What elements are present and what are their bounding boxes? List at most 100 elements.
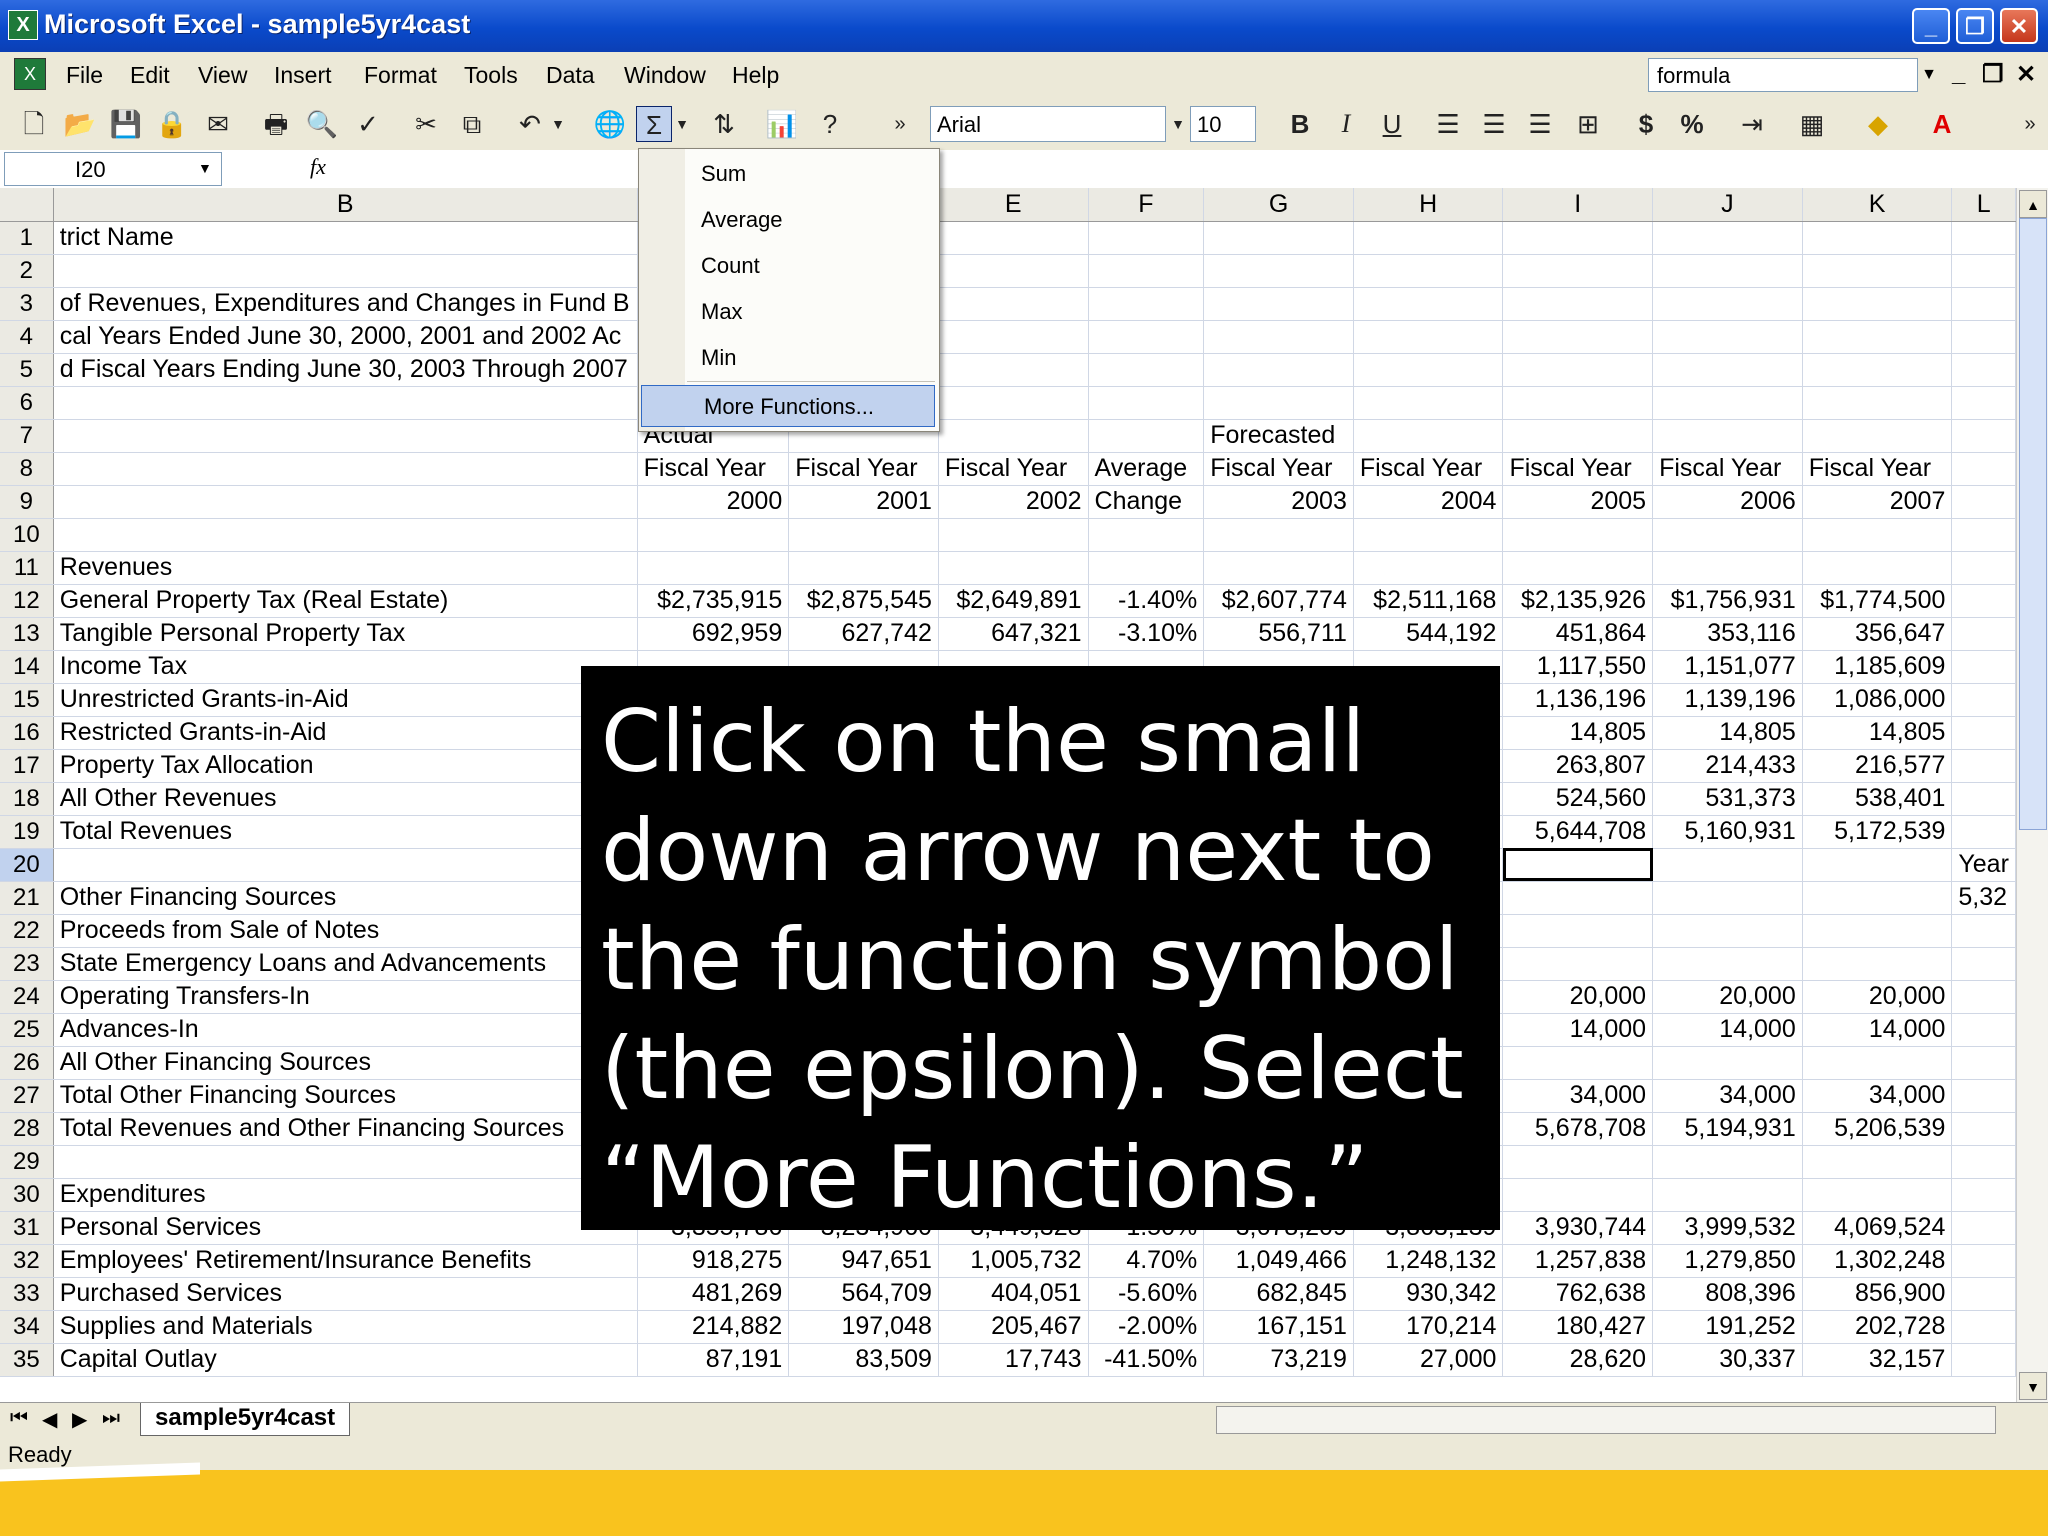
column-header[interactable]: G [1203, 188, 1354, 222]
cell[interactable] [1951, 1013, 2016, 1047]
cell[interactable]: 14,000 [1502, 1013, 1654, 1047]
cell[interactable] [1502, 518, 1654, 552]
cell[interactable] [1652, 551, 1803, 585]
insert-function-icon[interactable]: fx [310, 154, 326, 180]
cell[interactable]: Year [1951, 848, 2016, 882]
cell[interactable]: 1,117,550 [1502, 650, 1654, 684]
font-color-icon[interactable]: A [1924, 106, 1960, 142]
cell[interactable]: trict Name [53, 221, 638, 255]
cell[interactable]: $2,649,891 [938, 584, 1089, 618]
cell[interactable] [1802, 386, 1953, 420]
cell[interactable]: 1,185,609 [1802, 650, 1953, 684]
cell[interactable] [1502, 1178, 1654, 1212]
row-header[interactable]: 35 [0, 1343, 54, 1377]
cell[interactable]: 180,427 [1502, 1310, 1654, 1344]
column-header[interactable]: F [1088, 188, 1205, 222]
name-box-dropdown-icon[interactable]: ▼ [198, 160, 212, 176]
cell[interactable] [1088, 221, 1205, 255]
cell[interactable]: All Other Revenues [53, 782, 638, 816]
cell[interactable] [1088, 518, 1205, 552]
workbook-icon[interactable]: X [14, 58, 46, 90]
menu-tools[interactable]: Tools [464, 62, 518, 89]
cell[interactable] [1203, 353, 1354, 387]
cell[interactable] [1353, 419, 1504, 453]
sheet-tab[interactable]: sample5yr4cast [140, 1403, 351, 1436]
cell[interactable] [938, 287, 1089, 321]
cell[interactable] [1353, 320, 1504, 354]
cell[interactable]: 1,151,077 [1652, 650, 1803, 684]
cell[interactable] [1951, 1145, 2016, 1179]
cell[interactable] [1802, 947, 1953, 981]
doc-close-button[interactable]: ✕ [2016, 60, 2036, 89]
cell[interactable] [1652, 353, 1803, 387]
cell[interactable]: 5,644,708 [1502, 815, 1654, 849]
cell[interactable]: 34,000 [1802, 1079, 1953, 1113]
cell[interactable]: Proceeds from Sale of Notes [53, 914, 638, 948]
cell[interactable]: $1,774,500 [1802, 584, 1953, 618]
cell[interactable]: 2005 [1502, 485, 1654, 519]
cell[interactable]: 451,864 [1502, 617, 1654, 651]
cell[interactable]: 692,959 [637, 617, 790, 651]
row-header[interactable]: 12 [0, 584, 54, 618]
cell[interactable] [1951, 749, 2016, 783]
cell[interactable]: 2000 [637, 485, 790, 519]
open-icon[interactable]: 📂 [62, 106, 98, 142]
cell[interactable]: 2002 [938, 485, 1089, 519]
cell[interactable]: 4.70% [1088, 1244, 1205, 1278]
cell[interactable]: 5,678,708 [1502, 1112, 1654, 1146]
cell[interactable] [1502, 221, 1654, 255]
cut-icon[interactable]: ✂ [408, 106, 444, 142]
cell[interactable]: Change [1088, 485, 1205, 519]
cell[interactable]: 647,321 [938, 617, 1089, 651]
row-header[interactable]: 4 [0, 320, 54, 354]
hyperlink-icon[interactable]: 🌐 [592, 106, 628, 142]
cell[interactable]: -5.60% [1088, 1277, 1205, 1311]
column-header[interactable]: J [1652, 188, 1803, 222]
cell[interactable] [1088, 254, 1205, 288]
cell[interactable] [1951, 1277, 2016, 1311]
cell[interactable] [938, 320, 1089, 354]
row-header[interactable]: 34 [0, 1310, 54, 1344]
cell[interactable]: Restricted Grants-in-Aid [53, 716, 638, 750]
cell[interactable] [1203, 551, 1354, 585]
cell[interactable] [1652, 518, 1803, 552]
font-name-input[interactable]: Arial [930, 106, 1166, 142]
row-header[interactable]: 5 [0, 353, 54, 387]
cell[interactable]: 930,342 [1353, 1277, 1504, 1311]
cell[interactable] [1353, 287, 1504, 321]
active-cell[interactable] [1502, 848, 1654, 882]
cell[interactable]: 538,401 [1802, 782, 1953, 816]
cell[interactable] [1652, 419, 1803, 453]
cell[interactable]: 14,000 [1802, 1013, 1953, 1047]
cell[interactable]: 216,577 [1802, 749, 1953, 783]
row-header[interactable]: 28 [0, 1112, 54, 1146]
column-header[interactable]: K [1802, 188, 1953, 222]
cell[interactable] [1502, 386, 1654, 420]
cell[interactable]: $2,511,168 [1353, 584, 1504, 618]
increase-indent-icon[interactable]: ⇥ [1734, 106, 1770, 142]
row-header[interactable]: 30 [0, 1178, 54, 1212]
doc-minimize-button[interactable]: _ [1952, 60, 1965, 88]
cell[interactable]: 170,214 [1353, 1310, 1504, 1344]
cell[interactable] [1951, 1178, 2016, 1212]
cell[interactable]: 87,191 [637, 1343, 790, 1377]
cell[interactable] [1652, 221, 1803, 255]
cell[interactable]: Forecasted [1203, 419, 1354, 453]
row-header[interactable]: 7 [0, 419, 54, 453]
cell[interactable]: 808,396 [1652, 1277, 1803, 1311]
cell[interactable] [1088, 320, 1205, 354]
row-header[interactable]: 2 [0, 254, 54, 288]
cell[interactable] [1951, 980, 2016, 1014]
cell[interactable] [1951, 914, 2016, 948]
cell[interactable]: 32,157 [1802, 1343, 1953, 1377]
cell[interactable] [1951, 320, 2016, 354]
cell[interactable] [1802, 221, 1953, 255]
cell[interactable] [1951, 1079, 2016, 1113]
next-sheet-icon[interactable]: ▶ [72, 1407, 87, 1432]
cell[interactable] [1353, 551, 1504, 585]
cell[interactable]: 856,900 [1802, 1277, 1953, 1311]
prev-sheet-icon[interactable]: ◀ [42, 1407, 57, 1432]
cell[interactable]: Total Revenues and Other Financing Sourc… [53, 1112, 638, 1146]
cell[interactable] [1502, 947, 1654, 981]
column-header[interactable]: B [53, 188, 638, 222]
